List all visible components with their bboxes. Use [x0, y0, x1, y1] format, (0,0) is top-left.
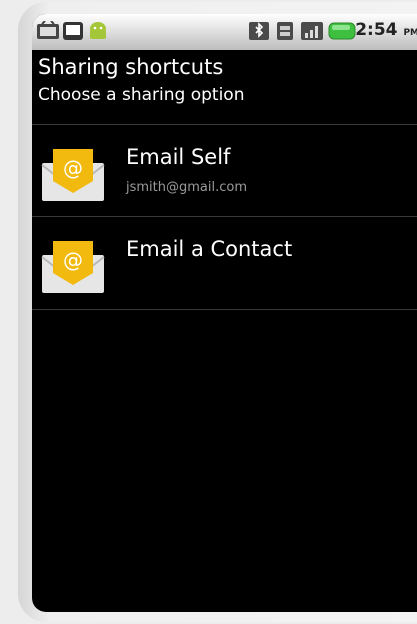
svg-text:@: @	[63, 156, 83, 180]
svg-text:@: @	[63, 248, 83, 272]
android-robot-icon	[90, 22, 106, 39]
battery-icon	[328, 22, 356, 40]
signal-icon	[301, 22, 323, 40]
dialog-title: Sharing shortcuts	[38, 55, 224, 79]
status-clock: 2:54 PM	[355, 20, 417, 40]
phone-screen: 2:54 PM Sharing shortcuts Choose a shari…	[32, 14, 417, 612]
email-envelope-icon: @	[41, 149, 105, 201]
dialog-subtitle: Choose a sharing option	[38, 85, 245, 105]
option-label: Email a Contact	[126, 237, 293, 261]
option-email-self[interactable]: @ Email Self jsmith@gmail.com	[32, 125, 417, 216]
option-label: Email Self	[126, 145, 231, 169]
option-email-contact[interactable]: @ Email a Contact	[32, 217, 417, 308]
email-envelope-icon: @	[41, 241, 105, 293]
sd-card-icon	[63, 22, 83, 40]
status-ampm: PM	[403, 28, 417, 38]
divider	[32, 309, 417, 310]
dialog-header: Sharing shortcuts Choose a sharing optio…	[38, 54, 244, 106]
status-bar: 2:54 PM	[32, 14, 417, 50]
bluetooth-icon	[249, 22, 269, 40]
status-time: 2:54	[355, 20, 398, 40]
android-debug-icon	[37, 21, 59, 39]
option-sublabel: jsmith@gmail.com	[126, 180, 247, 195]
sim-card-icon	[277, 22, 293, 40]
